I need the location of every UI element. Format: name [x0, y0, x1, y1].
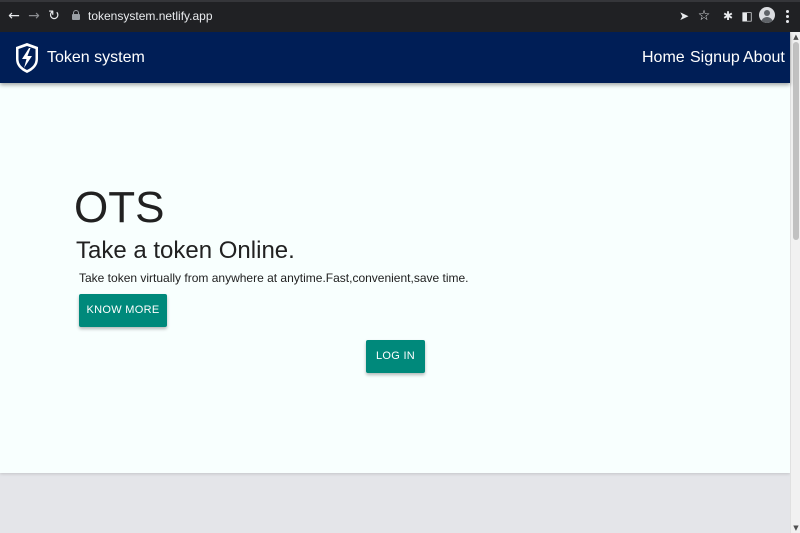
hero-section: OTS Take a token Online. Take token virt… [0, 83, 790, 473]
star-icon[interactable]: ☆ [696, 8, 712, 24]
site-navbar: Token system Home Signup About [0, 32, 790, 83]
brand-name[interactable]: Token system [47, 48, 145, 68]
page-viewport: Token system Home Signup About OTS Take … [0, 32, 800, 533]
back-icon[interactable]: ← [6, 8, 22, 24]
nav-link-about[interactable]: About [743, 47, 785, 69]
forward-icon[interactable]: → [26, 8, 42, 24]
scroll-down-icon[interactable]: ▼ [791, 524, 800, 532]
nav-link-signup[interactable]: Signup [690, 47, 740, 69]
menu-icon[interactable] [785, 8, 789, 24]
profile-avatar[interactable] [759, 7, 775, 23]
extensions-icon[interactable]: ✱ [720, 8, 736, 24]
send-icon[interactable]: ➤ [676, 8, 692, 24]
tab-strip-edge [0, 0, 800, 2]
browser-toolbar: ← → ↻ tokensystem.netlify.app ➤ ☆ ✱ ◧ [0, 0, 800, 32]
hero-title: OTS [74, 183, 165, 232]
hero-subtitle: Take a token Online. [76, 237, 295, 264]
url-text[interactable]: tokensystem.netlify.app [88, 8, 213, 24]
side-panel-icon[interactable]: ◧ [739, 8, 755, 24]
login-button[interactable]: LOG IN [366, 340, 425, 373]
lock-icon[interactable] [72, 10, 80, 20]
know-more-button[interactable]: KNOW MORE [79, 294, 167, 327]
scroll-thumb[interactable] [793, 42, 799, 240]
reload-icon[interactable]: ↻ [46, 8, 62, 24]
lightning-logo-icon[interactable] [14, 42, 40, 74]
nav-link-home[interactable]: Home [642, 47, 685, 69]
scroll-up-icon[interactable]: ▲ [791, 33, 800, 41]
address-bar[interactable]: tokensystem.netlify.app [66, 5, 606, 27]
page-scrollbar[interactable]: ▲ ▼ [790, 32, 800, 533]
hero-description: Take token virtually from anywhere at an… [79, 271, 469, 285]
